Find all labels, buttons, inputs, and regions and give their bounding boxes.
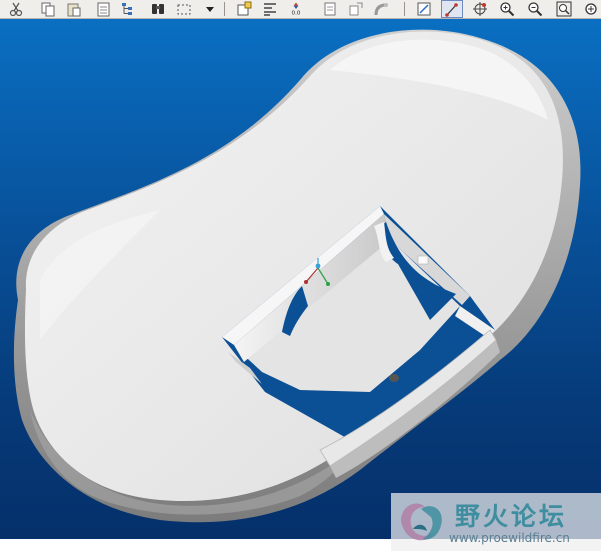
- paste-icon[interactable]: [66, 1, 82, 17]
- zoom-in-icon[interactable]: [499, 1, 515, 17]
- toolbar-separator: [404, 2, 405, 16]
- watermark-title: 野火论坛: [455, 502, 568, 531]
- watermark-panel: 野火论坛 www.proewildfire.cn: [391, 493, 601, 551]
- find-icon[interactable]: [150, 1, 166, 17]
- dimension-value-icon[interactable]: 0.0: [288, 1, 308, 17]
- datum-display-icon[interactable]: [441, 0, 463, 18]
- selection-box-icon[interactable]: [176, 1, 192, 17]
- note-icon[interactable]: [322, 1, 338, 17]
- dropdown-arrow-icon[interactable]: [202, 1, 214, 17]
- paste-special-icon[interactable]: [96, 1, 112, 17]
- forum-logo-icon: [401, 503, 442, 541]
- rename-icon[interactable]: [348, 1, 364, 17]
- sketch-view-icon[interactable]: [416, 1, 432, 17]
- toolbar-separator: [224, 2, 225, 16]
- cut-icon[interactable]: [8, 1, 24, 17]
- zoom-fit-icon[interactable]: [556, 1, 572, 17]
- spin-center-icon[interactable]: [472, 1, 488, 17]
- refit-icon[interactable]: [583, 1, 599, 17]
- sweep-icon[interactable]: [374, 1, 390, 17]
- tree-view-icon[interactable]: [121, 1, 137, 17]
- new-feature-icon[interactable]: [236, 1, 252, 17]
- shell-top-surface: [24, 31, 563, 502]
- dimension-value-text: 0.0: [292, 11, 301, 17]
- graphics-viewport[interactable]: 野火论坛 www.proewildfire.cn: [0, 19, 601, 551]
- copy-icon[interactable]: [40, 1, 56, 17]
- part-model: [13, 29, 581, 523]
- zoom-out-icon[interactable]: [527, 1, 543, 17]
- text-align-icon[interactable]: [262, 1, 278, 17]
- main-toolbar: 0.0: [0, 0, 601, 19]
- watermark-url: www.proewildfire.cn: [449, 531, 570, 545]
